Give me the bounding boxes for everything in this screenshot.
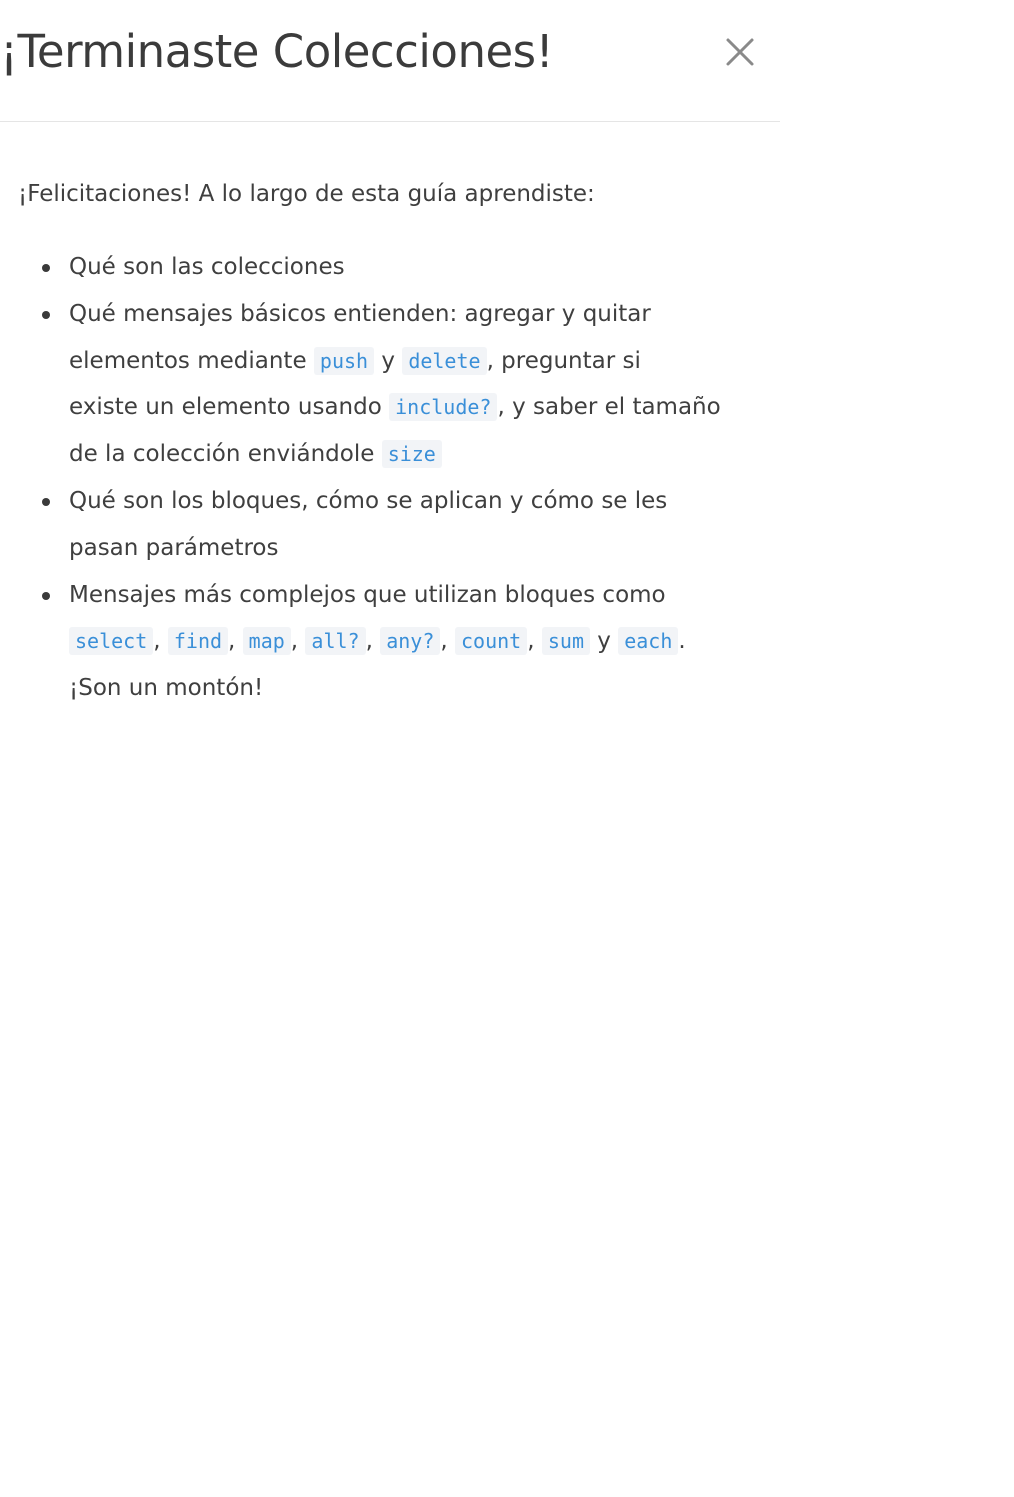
item-text: y	[374, 347, 403, 374]
bullet-dot	[42, 310, 50, 319]
separator: .	[678, 628, 686, 655]
list-item: Qué son los bloques, cómo se aplican y c…	[0, 478, 749, 572]
code-select: select	[69, 627, 154, 656]
code-sum: sum	[541, 627, 590, 656]
close-icon	[726, 38, 754, 66]
code-delete: delete	[402, 346, 487, 375]
item-text: , preguntar si	[486, 347, 641, 374]
code-count: count	[455, 627, 528, 656]
item-text: Qué mensajes básicos entienden: agregar …	[69, 300, 651, 327]
code-find: find	[167, 627, 229, 656]
separator: ,	[290, 628, 306, 655]
close-button[interactable]	[718, 30, 762, 74]
item-text: Qué son las colecciones	[69, 254, 345, 280]
code-each: each	[618, 627, 679, 656]
code-include: include?	[389, 393, 498, 422]
separator: ,	[153, 628, 168, 655]
code-size: size	[381, 440, 442, 469]
item-text: de la colección enviándole	[69, 441, 382, 468]
learned-list: Qué son las colecciones Qué mensajes bás…	[0, 244, 760, 712]
list-item: Qué son las colecciones	[0, 244, 749, 291]
item-text: pasan parámetros	[69, 534, 279, 561]
item-text: , y saber el tamaño	[497, 394, 721, 421]
item-text: Qué son los bloques, cómo se aplican y c…	[69, 487, 668, 514]
modal-title: ¡Terminaste Colecciones!	[0, 25, 554, 78]
bullet-dot	[42, 497, 50, 506]
separator: ,	[365, 628, 381, 655]
separator: ,	[527, 628, 542, 655]
list-item: Mensajes más complejos que utilizan bloq…	[0, 572, 749, 712]
bullet-dot	[42, 264, 50, 272]
bullet-dot	[42, 591, 50, 600]
item-line: de la colección enviándole size	[69, 431, 749, 478]
item-line: select, find, map, all?, any?, count, su…	[69, 618, 749, 665]
code-push: push	[313, 346, 375, 375]
item-text: elementos mediante	[69, 347, 314, 374]
separator: ,	[440, 628, 456, 655]
separator: y	[589, 628, 619, 655]
completion-modal: ¡Terminaste Colecciones! ¡Felicitaciones…	[0, 0, 780, 1497]
item-text: ¡Son un montón!	[69, 675, 264, 702]
list-item: Qué mensajes básicos entienden: agregar …	[0, 291, 749, 478]
item-text: Mensajes más complejos que utilizan bloq…	[69, 581, 666, 608]
separator: ,	[228, 628, 243, 655]
item-line: elementos mediante push y delete, pregun…	[69, 338, 749, 385]
code-map: map	[242, 627, 291, 656]
item-text: existe un elemento usando	[69, 394, 390, 421]
code-any: any?	[380, 627, 441, 656]
code-all: all?	[305, 627, 366, 656]
item-line: existe un elemento usando include?, y sa…	[69, 384, 749, 431]
intro-text: ¡Felicitaciones! A lo largo de esta guía…	[18, 181, 595, 207]
modal-header: ¡Terminaste Colecciones!	[0, 0, 780, 122]
